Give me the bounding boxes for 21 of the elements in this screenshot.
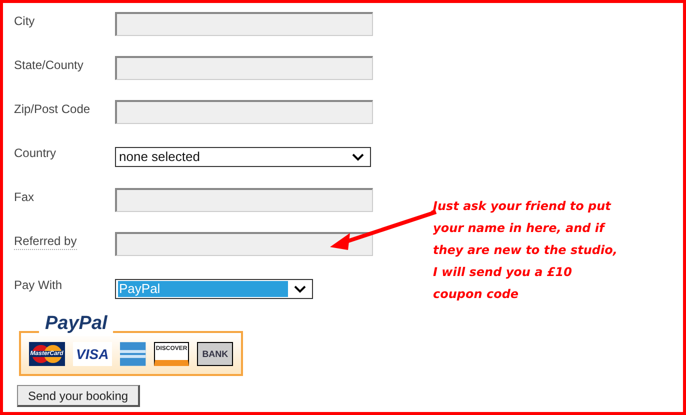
input-field[interactable] [115, 100, 373, 124]
send-booking-button[interactable]: Send your booking [17, 385, 140, 407]
field-label: City [14, 13, 35, 29]
field-label: State/County [14, 57, 84, 73]
amex-logo [120, 342, 146, 366]
field-label: Zip/Post Code [14, 101, 90, 117]
field-label: Fax [14, 189, 34, 205]
annotation-text: Just ask your friend to put your name in here, and if they are new to the studio, I will send you a £10 coupon code [433, 198, 618, 303]
input-field[interactable] [115, 188, 373, 212]
field-label: Referred by [14, 233, 77, 250]
field-label: Pay With [14, 277, 62, 293]
input-field[interactable] [115, 56, 373, 80]
bank-logo: BANK [197, 342, 233, 366]
dropdown[interactable]: none selected [115, 147, 371, 167]
paypal-logo: PayPal [39, 312, 114, 336]
input-field[interactable] [115, 232, 373, 256]
chevron-down-icon [352, 153, 364, 161]
field-label: Country [14, 145, 56, 161]
visa-logo: VISA [72, 342, 112, 366]
input-field[interactable] [115, 12, 373, 36]
chevron-down-icon [294, 285, 306, 293]
